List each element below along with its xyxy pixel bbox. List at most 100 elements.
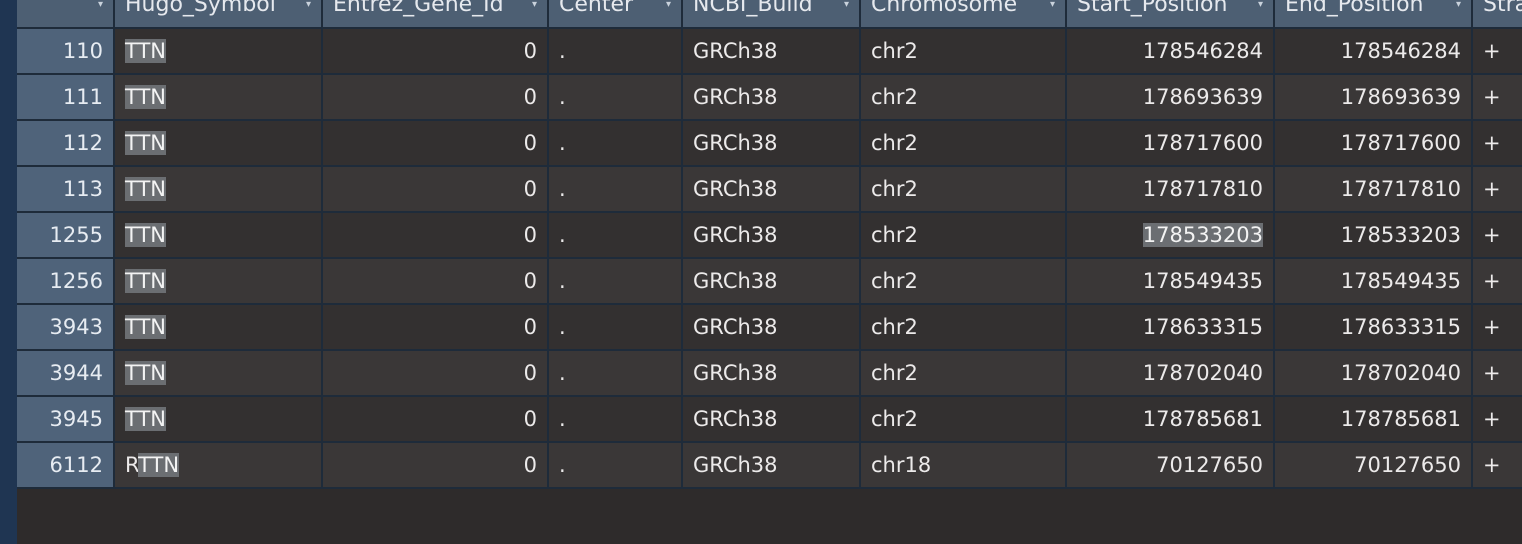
- chevron-down-icon[interactable]: ▾: [844, 0, 849, 10]
- column-header-ncbi-build[interactable]: NCBI_Build ▾: [683, 0, 861, 27]
- cell-entrez-gene-id[interactable]: 0: [323, 443, 549, 487]
- cell-hugo-symbol[interactable]: TTN: [115, 121, 323, 165]
- cell-hugo-symbol[interactable]: TTN: [115, 305, 323, 349]
- cell-hugo-symbol[interactable]: TTN: [115, 167, 323, 211]
- cell-end-position[interactable]: 178785681: [1275, 397, 1473, 441]
- cell-strand[interactable]: +: [1473, 259, 1522, 303]
- cell-center[interactable]: .: [549, 443, 683, 487]
- table-row[interactable]: 6112 RTTN 0. GRCh38 chr18 70127650 70127650 +: [17, 443, 1522, 489]
- cell-strand[interactable]: +: [1473, 121, 1522, 165]
- cell-start-position[interactable]: 178717600: [1067, 121, 1275, 165]
- chevron-down-icon[interactable]: ▾: [1456, 0, 1461, 10]
- cell-entrez-gene-id[interactable]: 0: [323, 167, 549, 211]
- cell-end-position[interactable]: 178633315: [1275, 305, 1473, 349]
- cell-strand[interactable]: +: [1473, 167, 1522, 211]
- chevron-down-icon[interactable]: ▾: [306, 0, 311, 10]
- table-row[interactable]: 3944 TTN 0. GRCh38 chr2 178702040 178702040 +: [17, 351, 1522, 397]
- cell-start-position[interactable]: 178785681: [1067, 397, 1275, 441]
- row-number[interactable]: 110: [17, 29, 115, 73]
- cell-strand[interactable]: +: [1473, 305, 1522, 349]
- cell-end-position[interactable]: 178717810: [1275, 167, 1473, 211]
- chevron-down-icon[interactable]: ▾: [98, 0, 103, 10]
- cell-entrez-gene-id[interactable]: 0: [323, 259, 549, 303]
- cell-ncbi-build[interactable]: GRCh38: [683, 305, 861, 349]
- cell-ncbi-build[interactable]: GRCh38: [683, 121, 861, 165]
- chevron-down-icon[interactable]: ▾: [666, 0, 671, 10]
- table-row[interactable]: 112 TTN 0. GRCh38 chr2 178717600 178717600 +: [17, 121, 1522, 167]
- cell-start-position[interactable]: 178717810: [1067, 167, 1275, 211]
- table-row[interactable]: 113 TTN 0. GRCh38 chr2 178717810 178717810 +: [17, 167, 1522, 213]
- cell-start-position[interactable]: 178702040: [1067, 351, 1275, 395]
- column-header-strand[interactable]: Strand: [1473, 0, 1522, 27]
- table-row[interactable]: 3945 TTN 0. GRCh38 chr2 178785681 178785681 +: [17, 397, 1522, 443]
- cell-strand[interactable]: +: [1473, 29, 1522, 73]
- cell-end-position[interactable]: 178693639: [1275, 75, 1473, 119]
- cell-hugo-symbol[interactable]: TTN: [115, 29, 323, 73]
- cell-hugo-symbol[interactable]: TTN: [115, 259, 323, 303]
- cell-chromosome[interactable]: chr2: [861, 305, 1067, 349]
- cell-entrez-gene-id[interactable]: 0: [323, 29, 549, 73]
- cell-ncbi-build[interactable]: GRCh38: [683, 443, 861, 487]
- chevron-down-icon[interactable]: ▾: [532, 0, 537, 10]
- cell-ncbi-build[interactable]: GRCh38: [683, 167, 861, 211]
- row-number[interactable]: 3944: [17, 351, 115, 395]
- row-number[interactable]: 1256: [17, 259, 115, 303]
- cell-center[interactable]: .: [549, 75, 683, 119]
- cell-strand[interactable]: +: [1473, 351, 1522, 395]
- cell-chromosome[interactable]: chr2: [861, 351, 1067, 395]
- cell-end-position[interactable]: 178717600: [1275, 121, 1473, 165]
- table-row[interactable]: 1256 TTN 0. GRCh38 chr2 178549435 178549435 +: [17, 259, 1522, 305]
- cell-chromosome[interactable]: chr2: [861, 75, 1067, 119]
- cell-center[interactable]: .: [549, 167, 683, 211]
- cell-entrez-gene-id[interactable]: 0: [323, 397, 549, 441]
- cell-end-position[interactable]: 178549435: [1275, 259, 1473, 303]
- table-row[interactable]: 110 TTN 0. GRCh38 chr2 178546284 178546284 +: [17, 29, 1522, 75]
- cell-strand[interactable]: +: [1473, 397, 1522, 441]
- column-header-end-position[interactable]: End_Position ▾: [1275, 0, 1473, 27]
- row-number[interactable]: 111: [17, 75, 115, 119]
- table-row[interactable]: 111 TTN 0. GRCh38 chr2 178693639 178693639 +: [17, 75, 1522, 121]
- chevron-down-icon[interactable]: ▾: [1050, 0, 1055, 10]
- cell-center[interactable]: .: [549, 121, 683, 165]
- column-header-rownum[interactable]: ▾: [17, 0, 115, 27]
- cell-start-position[interactable]: 178633315: [1067, 305, 1275, 349]
- cell-ncbi-build[interactable]: GRCh38: [683, 75, 861, 119]
- cell-hugo-symbol[interactable]: TTN: [115, 75, 323, 119]
- cell-center[interactable]: .: [549, 213, 683, 257]
- cell-strand[interactable]: +: [1473, 443, 1522, 487]
- cell-chromosome[interactable]: chr2: [861, 213, 1067, 257]
- cell-start-position[interactable]: 178549435: [1067, 259, 1275, 303]
- row-number[interactable]: 1255: [17, 213, 115, 257]
- cell-entrez-gene-id[interactable]: 0: [323, 121, 549, 165]
- column-header-entrez-gene-id[interactable]: Entrez_Gene_Id ▾: [323, 0, 549, 27]
- cell-end-position[interactable]: 178546284: [1275, 29, 1473, 73]
- cell-ncbi-build[interactable]: GRCh38: [683, 397, 861, 441]
- cell-hugo-symbol[interactable]: TTN: [115, 213, 323, 257]
- table-row[interactable]: 1255 TTN 0. GRCh38 chr2 178533203 178533203 +: [17, 213, 1522, 259]
- cell-hugo-symbol[interactable]: TTN: [115, 351, 323, 395]
- cell-start-position[interactable]: 178693639: [1067, 75, 1275, 119]
- column-header-start-position[interactable]: Start_Position ▾: [1067, 0, 1275, 27]
- cell-chromosome[interactable]: chr2: [861, 259, 1067, 303]
- cell-ncbi-build[interactable]: GRCh38: [683, 213, 861, 257]
- cell-center[interactable]: .: [549, 397, 683, 441]
- table-row[interactable]: 3943 TTN 0. GRCh38 chr2 178633315 178633315 +: [17, 305, 1522, 351]
- row-number[interactable]: 112: [17, 121, 115, 165]
- column-header-chromosome[interactable]: Chromosome ▾: [861, 0, 1067, 27]
- cell-strand[interactable]: +: [1473, 213, 1522, 257]
- cell-hugo-symbol[interactable]: TTN: [115, 397, 323, 441]
- cell-center[interactable]: .: [549, 259, 683, 303]
- cell-center[interactable]: .: [549, 305, 683, 349]
- cell-ncbi-build[interactable]: GRCh38: [683, 351, 861, 395]
- row-number[interactable]: 6112: [17, 443, 115, 487]
- cell-end-position[interactable]: 178702040: [1275, 351, 1473, 395]
- row-number[interactable]: 113: [17, 167, 115, 211]
- cell-hugo-symbol[interactable]: RTTN: [115, 443, 323, 487]
- cell-chromosome[interactable]: chr18: [861, 443, 1067, 487]
- cell-center[interactable]: .: [549, 29, 683, 73]
- cell-start-position[interactable]: 178546284: [1067, 29, 1275, 73]
- cell-ncbi-build[interactable]: GRCh38: [683, 29, 861, 73]
- cell-center[interactable]: .: [549, 351, 683, 395]
- cell-entrez-gene-id[interactable]: 0: [323, 305, 549, 349]
- cell-entrez-gene-id[interactable]: 0: [323, 213, 549, 257]
